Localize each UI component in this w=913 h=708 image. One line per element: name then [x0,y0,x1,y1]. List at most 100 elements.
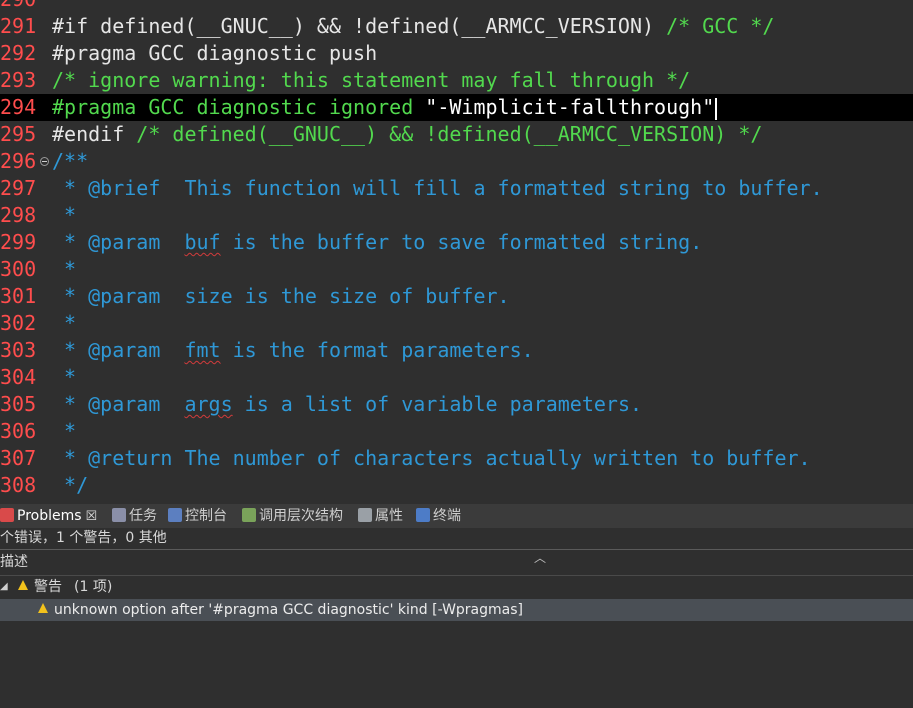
code-text: * @brief This function will fill a forma… [52,175,823,202]
problem-group-count: (1 项) [74,579,113,595]
problems-summary-text: 个错误，1 个警告，0 其他 [0,530,167,546]
line-number: 307 [0,446,37,470]
close-icon[interactable]: ☒ [86,509,98,524]
code-line[interactable]: 293 /* ignore warning: this statement may… [0,67,913,94]
line-number: 303 [0,338,37,362]
line-number: 302 [0,311,37,335]
code-token: * [52,257,77,281]
code-line[interactable]: 307 * @return The number of characters a… [0,445,913,472]
tasks-icon [112,508,126,522]
collapse-caret-icon[interactable]: ︿ [534,546,546,571]
problems-list-empty-area [0,621,913,708]
code-text: /** [52,148,88,175]
code-text: #pragma GCC diagnostic push [52,40,377,67]
code-token: #pragma GCC diagnostic ignored [52,95,426,119]
line-number: 298 [0,203,37,227]
code-text: * @param args is a list of variable para… [52,391,642,418]
code-text: /* ignore warning: this statement may fa… [52,67,690,94]
code-token: */ [52,473,89,497]
code-line[interactable]: 295 #endif /* defined(__GNUC__) && !defin… [0,121,913,148]
line-number: 304 [0,365,37,389]
tab-tasks[interactable]: 任务 [112,504,157,528]
code-line[interactable]: 301 * @param size is the size of buffer. [0,283,913,310]
code-text: * @param buf is the buffer to save forma… [52,229,702,256]
code-line[interactable]: 299 * @param buf is the buffer to save f… [0,229,913,256]
code-text: #endif /* defined(__GNUC__) && !defined(… [52,121,762,148]
line-number: 300 [0,257,37,281]
code-text: * [52,418,76,445]
code-token: /* ignore warning: this statement may fa… [52,68,691,92]
code-text: * [52,364,76,391]
code-line[interactable]: 304 * [0,364,913,391]
code-token: * [52,365,77,389]
code-text: * [52,310,76,337]
column-header-description[interactable]: 描述 ︿ [0,549,913,576]
tab-label: 调用层次结构 [259,508,343,524]
code-line[interactable]: 306 * [0,418,913,445]
terminal-icon [416,508,430,522]
problems-summary: 个错误，1 个警告，0 其他 [0,528,913,548]
doc-tag: @param [88,338,161,362]
warning-icon [38,599,48,621]
line-number: 291 [0,14,37,38]
code-line[interactable]: 302 * [0,310,913,337]
tab-label: Problems [17,508,82,524]
code-line[interactable]: 290 [0,0,913,13]
code-line[interactable]: 303 * @param fmt is the format parameter… [0,337,913,364]
problem-item[interactable]: unknown option after '#pragma GCC diagno… [0,599,913,621]
tab-properties[interactable]: 属性 [358,504,403,528]
code-line[interactable]: 308 */ [0,472,913,499]
code-token: is a list of variable parameters. [232,392,643,416]
code-line[interactable]: 294 #pragma GCC diagnostic ignored "-Wimp… [0,94,913,121]
tab-label: 终端 [433,508,461,524]
line-number: 297 [0,176,37,200]
code-line[interactable]: 300 * [0,256,913,283]
code-text: * [52,202,76,229]
line-number: 294 [0,95,37,119]
tab-terminal[interactable]: 终端 [416,504,461,528]
code-line[interactable]: 296 /** [0,148,913,175]
code-token: /** [52,149,89,173]
doc-tag: @param [88,230,161,254]
tab-problems[interactable]: Problems ☒ [0,504,97,528]
line-number: 295 [0,122,37,146]
doc-tag: @return [88,446,173,470]
line-number: 305 [0,392,37,416]
code-token: #pragma GCC diagnostic push [52,41,378,65]
code-text: #pragma GCC diagnostic ignored "-Wimplic… [52,94,718,121]
code-line[interactable]: 297 * @brief This function will fill a f… [0,175,913,202]
text-cursor [715,97,718,120]
line-number: 306 [0,419,37,443]
problem-group-warnings[interactable]: ◢ 警告 (1 项) [0,575,913,599]
problems-icon [0,508,14,522]
code-token: * [52,338,89,362]
code-text: */ [52,472,88,499]
code-line[interactable]: 292 #pragma GCC diagnostic push [0,40,913,67]
tab-console[interactable]: 控制台 [168,504,227,528]
code-token: * [52,284,89,308]
line-number: 292 [0,41,37,65]
code-text: * @return The number of characters actua… [52,445,811,472]
code-line[interactable]: 291 #if defined(__GNUC__) && !defined(__A… [0,13,913,40]
expand-arrow-icon[interactable]: ◢ [0,575,8,599]
code-token: This function will fill a formatted stri… [160,176,823,200]
line-number: 299 [0,230,37,254]
fold-collapse-icon[interactable] [40,157,49,166]
tab-call-hierarchy[interactable]: 调用层次结构 [242,504,343,528]
code-line[interactable]: 305 * @param args is a list of variable … [0,391,913,418]
code-token: #if defined(__GNUC__) && !defined(__ARMC… [52,14,667,38]
code-editor[interactable]: 290291 #if defined(__GNUC__) && !defined(… [0,0,913,500]
code-text: * @param fmt is the format parameters. [52,337,534,364]
code-token: The number of characters actually writte… [172,446,811,470]
doc-tag: @param [88,392,161,416]
code-text: #if defined(__GNUC__) && !defined(__ARMC… [52,13,774,40]
column-header-label: 描述 [0,554,28,570]
code-token: args [184,392,233,416]
line-number: 290 [0,0,40,13]
code-line[interactable]: 298 * [0,202,913,229]
code-token: * [52,203,77,227]
code-token: "-Wimplicit-fallthrough" [425,95,715,119]
